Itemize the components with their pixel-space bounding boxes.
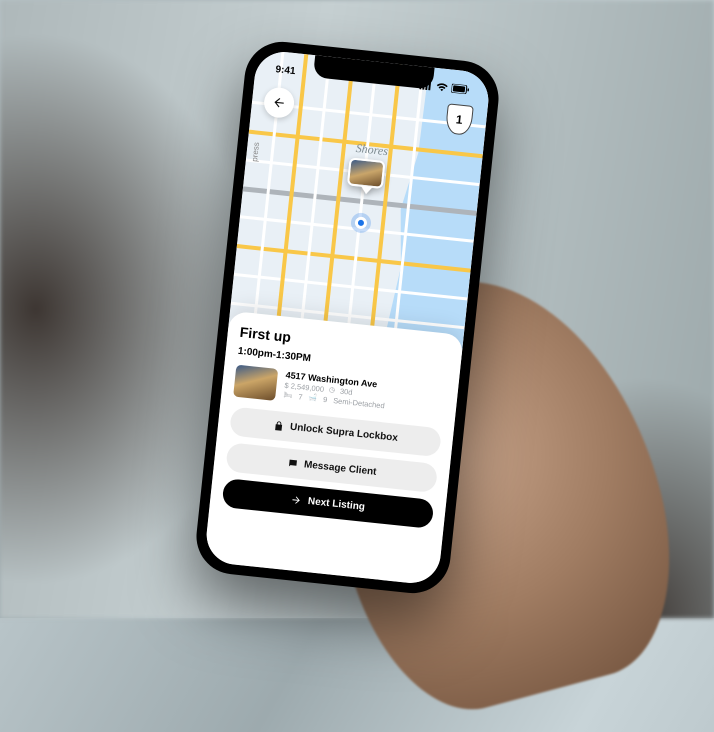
next-label: Next Listing xyxy=(307,496,365,513)
marker-pointer xyxy=(360,186,373,195)
bath-icon: 🛁 xyxy=(308,394,318,403)
map-area-label: Shores xyxy=(355,141,389,159)
listing-info: 4517 Washington Ave $ 2,549,000 ◷ 30d 🛏 … xyxy=(283,370,446,419)
bed-icon: 🛏 xyxy=(283,391,293,400)
unlock-label: Unlock Supra Lockbox xyxy=(290,421,399,443)
listing-thumbnail xyxy=(233,364,278,400)
marker-thumbnail xyxy=(347,157,386,189)
clock-icon: ◷ xyxy=(329,386,336,395)
lock-icon xyxy=(273,420,285,432)
bottom-sheet: First up 1:00pm-1:30PM 4517 Washington A… xyxy=(204,310,464,586)
arrow-right-icon xyxy=(290,494,302,506)
battery-icon xyxy=(451,83,470,94)
phone-screen: 9:41 xyxy=(204,49,492,586)
wifi-icon xyxy=(435,81,449,91)
route-number: 1 xyxy=(455,112,463,127)
listing-beds: 7 xyxy=(298,392,303,401)
arrow-left-icon xyxy=(271,95,286,110)
chat-icon xyxy=(287,457,299,469)
message-label: Message Client xyxy=(303,459,377,478)
listing-days: 30d xyxy=(340,386,353,396)
listing-baths: 9 xyxy=(323,395,328,404)
status-time: 9:41 xyxy=(275,64,296,77)
map-listing-marker[interactable] xyxy=(346,157,390,201)
